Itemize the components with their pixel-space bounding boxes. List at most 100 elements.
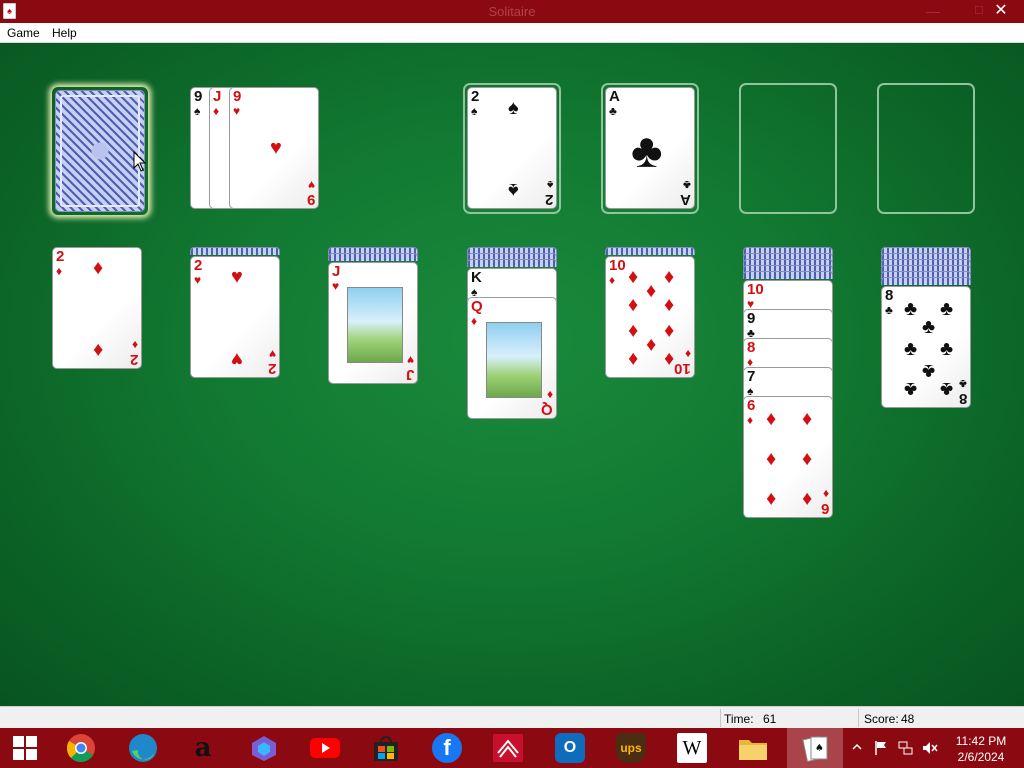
card-suit-icon: ♦ [684,347,691,361]
minimize-button[interactable]: — [910,0,956,23]
chrome-taskbar-button[interactable] [61,732,101,764]
start-button[interactable] [5,732,45,764]
card-rank: Q [541,401,553,418]
card-pip-icon: ♥ [231,266,243,288]
taskbar: a f O ups W ♠ 11:42 PM 2/6/2024 [0,728,1024,768]
amazon-icon: a [194,733,212,763]
score-label: Score: [864,712,899,726]
card-rank: 9 [306,191,315,208]
face-down-card [605,247,695,255]
playing-card[interactable]: 6 ♦ 6 ♦ ♦ ♦ ♦ ♦ ♦ ♦ [743,396,833,518]
card-rank: 6 [820,500,829,517]
ups-icon: ups [616,733,646,763]
card-pip-icon: ♦ [766,488,777,510]
windows-logo-icon [13,736,37,760]
card-pip-icon: ♦ [646,280,657,302]
playing-card[interactable]: 2 ♦ 2 ♦ ♦ ♦ [52,247,142,369]
outlook-taskbar-button[interactable]: O [550,732,590,764]
show-hidden-icons-chevron-icon[interactable] [852,742,862,752]
playing-card[interactable]: 2 ♥ 2 ♥ ♥ ♥ [190,256,280,378]
outlook-icon: O [555,733,585,763]
card-suit-icon: ♦ [609,273,616,287]
card-rank: K [471,269,482,286]
card-suit-icon: ♠ [546,178,553,192]
youtube-icon [310,738,340,758]
playing-card[interactable]: A ♣ A ♣ ♣ [605,87,695,209]
face-down-card [743,271,833,279]
card-pip-icon: ♦ [646,334,657,356]
foundation-slot[interactable] [739,83,837,214]
status-separator [720,709,721,727]
card-pip-icon: ♦ [664,348,675,370]
card-pip-icon: ♦ [628,348,639,370]
amazon-taskbar-button[interactable]: a [183,732,223,764]
playing-card[interactable]: Q ♦ Q ♦ [467,297,557,419]
playing-card[interactable]: 2 ♠ 2 ♠ ♠ ♠ [467,87,557,209]
youtube-taskbar-button[interactable] [305,732,345,764]
card-pip-icon: ♦ [628,320,639,342]
playing-card[interactable]: 10 ♦ 10 ♦ ♦ ♦ ♦ ♦ ♦ ♦ ♦ ♦ ♦ ♦ [605,256,695,378]
playing-card[interactable]: J ♥ J ♥ [328,262,418,384]
volume-muted-icon[interactable] [922,740,938,756]
system-clock[interactable]: 11:42 PM 2/6/2024 [950,733,1012,765]
copilot-icon [252,736,276,761]
wikipedia-taskbar-button[interactable]: W [672,732,712,764]
card-suit-icon: ♦ [56,264,63,278]
card-pip-icon: ♦ [93,339,104,361]
title-bar: ♠ Solitaire — ☐ ✕ [0,0,1024,23]
playing-card[interactable]: 8 ♣ 8 ♣ ♣ ♣ ♣ ♣ ♣ ♣ ♣ ♣ [881,286,971,408]
card-suit-icon: ♦ [822,487,829,501]
store-taskbar-button[interactable] [366,732,406,764]
edge-taskbar-button[interactable] [123,732,163,764]
stock-pile[interactable] [55,90,145,212]
card-rank: A [680,191,691,208]
card-suit-icon: ♦ [471,314,478,328]
file-explorer-taskbar-button[interactable] [733,732,773,764]
card-suit-icon: ♦ [747,413,754,427]
card-pip-icon: ♠ [508,179,519,201]
menu-bar: Game Help [0,23,1024,43]
card-suit-icon: ♥ [406,353,414,367]
close-button[interactable]: ✕ [978,0,1024,23]
card-rank: 9 [233,88,242,105]
time-value: 61 [763,712,777,726]
card-rank: 8 [958,390,967,407]
card-pip-icon: ♦ [802,408,813,430]
card-suit-icon: ♥ [268,347,276,361]
card-center-suit-icon: ♣ [631,125,663,178]
card-pip-icon: ♦ [802,448,813,470]
ups-taskbar-button[interactable]: ups [611,732,651,764]
menu-help[interactable]: Help [52,26,77,40]
card-rank: 2 [129,351,138,368]
card-rank: J [213,88,222,105]
bank-taskbar-button[interactable] [488,732,528,764]
card-pip-icon: ♣ [904,378,918,400]
solitaire-taskbar-button[interactable]: ♠ [787,728,843,768]
card-pip-icon: ♦ [93,257,104,279]
foundation-slot[interactable] [877,83,975,214]
card-rank: 2 [471,88,480,105]
card-rank: 7 [747,368,756,385]
bank-icon [493,734,523,762]
card-rank: A [609,88,620,105]
card-rank: 2 [194,257,203,274]
copilot-taskbar-button[interactable] [244,732,284,764]
card-rank: J [405,366,414,383]
solitaire-cards-icon: ♠ [802,735,828,763]
card-pip-icon: ♦ [628,266,639,288]
card-suit-icon: ♦ [131,338,138,352]
menu-game[interactable]: Game [7,26,40,40]
card-rank: 2 [267,360,276,377]
flag-icon[interactable] [874,740,888,756]
chrome-icon [67,734,95,763]
card-pip-icon: ♦ [664,266,675,288]
face-down-card [190,247,280,255]
network-icon[interactable] [898,740,914,756]
card-rank: 10 [747,281,764,298]
playing-card[interactable]: 9 ♥ 9 ♥ ♥ [229,87,319,209]
facebook-taskbar-button[interactable]: f [427,732,467,764]
card-rank: 8 [747,339,756,356]
card-rank: 10 [674,360,691,377]
wikipedia-icon: W [677,733,707,763]
card-rank: Q [471,298,483,315]
